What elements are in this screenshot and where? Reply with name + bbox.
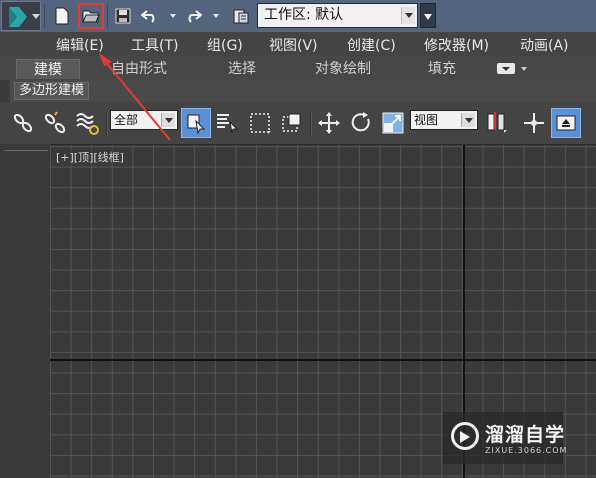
- menu-modifiers[interactable]: 修改器(M): [424, 35, 489, 55]
- select-and-manipulate-button[interactable]: [519, 108, 549, 138]
- unlink-selection-button[interactable]: [40, 108, 70, 138]
- chevron-down-icon: [32, 14, 40, 19]
- left-panel: [0, 144, 50, 478]
- tab-populate[interactable]: 填充: [422, 59, 462, 79]
- bind-to-space-warp-button[interactable]: [73, 108, 103, 138]
- move-icon: [318, 112, 340, 134]
- ribbon-toggle-icon: [497, 63, 515, 74]
- select-and-move-button[interactable]: [314, 108, 344, 138]
- menu-create[interactable]: 创建(C): [347, 35, 396, 55]
- pivot-center-icon: [487, 112, 507, 133]
- pivot-center-button[interactable]: [482, 108, 512, 138]
- customize-toolbar-button[interactable]: [420, 3, 436, 28]
- chevron-down-icon: [461, 113, 475, 127]
- application-menu-button[interactable]: [1, 1, 41, 31]
- chevron-down-icon: [161, 113, 175, 127]
- watermark-brand: 溜溜自学: [485, 424, 566, 446]
- window-crossing-icon: [282, 113, 301, 132]
- divider: [107, 4, 108, 28]
- tab-freeform[interactable]: 自由形式: [103, 59, 175, 79]
- redo-icon: [188, 10, 202, 23]
- menu-bar: 编辑(E) 工具(T) 组(G) 视图(V) 创建(C) 修改器(M) 动画(A…: [0, 32, 596, 56]
- select-cursor-icon: [187, 114, 206, 134]
- divider: [106, 112, 107, 136]
- watermark-url: ZIXUE.3066.COM: [485, 446, 568, 455]
- reference-coordinate-value: 视图: [414, 113, 439, 127]
- play-icon: [460, 431, 470, 443]
- link-icon: [13, 113, 33, 133]
- rotate-icon: [351, 112, 370, 132]
- marquee-icon: [250, 113, 271, 134]
- tab-selection[interactable]: 选择: [218, 59, 266, 79]
- keyboard-override-icon: [556, 115, 576, 131]
- list-cursor-icon: [217, 114, 239, 134]
- redo-button[interactable]: [180, 3, 206, 29]
- tab-object-paint[interactable]: 对象绘制: [305, 59, 381, 79]
- watermark: 溜溜自学 ZIXUE.3066.COM: [443, 412, 566, 464]
- reference-coordinate-dropdown[interactable]: 视图: [410, 110, 478, 130]
- quick-access-toolbar: 工作区: 默认: [0, 0, 596, 32]
- divider: [4, 150, 48, 151]
- ribbon-options-button[interactable]: [497, 62, 531, 76]
- redo-dropdown-icon[interactable]: [213, 14, 219, 18]
- undo-button[interactable]: [137, 3, 163, 29]
- save-file-button[interactable]: [110, 3, 136, 29]
- select-and-link-button[interactable]: [8, 108, 38, 138]
- new-file-icon: [55, 7, 69, 25]
- select-object-button[interactable]: [181, 108, 211, 138]
- polygon-modeling-panel[interactable]: 多边形建模: [14, 82, 90, 100]
- scale-icon: [382, 112, 404, 134]
- chevron-down-icon: [424, 14, 432, 20]
- ribbon-tab-bar: 建模 自由形式 选择 对象绘制 填充: [0, 56, 596, 80]
- menu-group[interactable]: 组(G): [207, 35, 243, 55]
- menu-edit[interactable]: 编辑(E): [56, 35, 104, 55]
- keyboard-shortcut-override-button[interactable]: [551, 108, 581, 138]
- select-and-scale-button[interactable]: [378, 108, 408, 138]
- app-logo-icon: [9, 7, 27, 27]
- menu-tools[interactable]: 工具(T): [131, 35, 178, 55]
- rectangular-selection-button[interactable]: [245, 108, 275, 138]
- select-and-rotate-button[interactable]: [346, 108, 376, 138]
- window-crossing-button[interactable]: [277, 108, 307, 138]
- select-by-name-button[interactable]: [212, 108, 242, 138]
- save-icon: [115, 8, 131, 24]
- workspace-value: 工作区: 默认: [264, 7, 344, 23]
- selection-filter-dropdown[interactable]: 全部: [110, 110, 178, 130]
- divider: [44, 4, 45, 28]
- menu-animation[interactable]: 动画(A): [520, 35, 569, 55]
- manipulate-icon: [524, 113, 544, 133]
- unlink-icon: [44, 111, 66, 134]
- viewport-label[interactable]: [+][顶][线框]: [54, 149, 126, 165]
- divider: [310, 112, 311, 136]
- project-folder-button[interactable]: [228, 3, 254, 29]
- undo-dropdown-icon[interactable]: [170, 14, 176, 18]
- selection-filter-value: 全部: [114, 113, 139, 127]
- new-scene-button[interactable]: [49, 3, 75, 29]
- undo-icon: [141, 10, 155, 23]
- chevron-down-icon: [521, 67, 527, 71]
- project-icon: [233, 9, 249, 24]
- chevron-down-icon: [401, 7, 415, 24]
- menu-view[interactable]: 视图(V): [269, 35, 318, 55]
- space-warp-icon: [76, 113, 99, 135]
- folder-open-icon: [82, 10, 100, 23]
- open-file-button[interactable]: [78, 3, 104, 29]
- ribbon-panel: 多边形建模: [10, 80, 596, 102]
- main-toolbar: 全部 视图: [0, 102, 596, 144]
- workspace-dropdown[interactable]: 工作区: 默认: [257, 3, 418, 28]
- tab-modeling[interactable]: 建模: [16, 59, 80, 79]
- grid-axis-horizontal: [50, 359, 596, 361]
